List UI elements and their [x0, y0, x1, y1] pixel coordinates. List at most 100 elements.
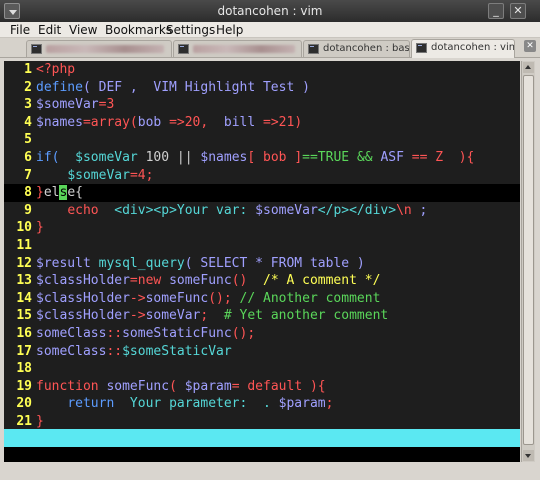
code-text[interactable]: $classHolder=new someFunc() /* A comment… [36, 272, 380, 290]
code-line[interactable]: 17 someClass::$someStaticVar [4, 343, 520, 361]
window-bottom-frame [0, 462, 540, 480]
code-text[interactable]: if( $someVar 100 || $names[ bob ]==TRUE … [36, 149, 474, 167]
code-line[interactable]: 8}else{ [4, 184, 520, 202]
code-token: =3 [98, 97, 115, 113]
scrollbar-thumb[interactable] [523, 75, 534, 445]
code-token: ( SELECT * FROM table ) [184, 255, 365, 271]
code-token: =array( [82, 114, 138, 130]
code-token: bob [137, 114, 162, 130]
code-text[interactable]: someClass::$someStaticVar [36, 343, 232, 361]
code-line[interactable]: 3 $someVar=3 [4, 96, 520, 114]
code-token: $names [200, 150, 248, 165]
code-line[interactable]: 1 <?php [4, 61, 520, 79]
code-token: someClass [36, 326, 107, 341]
code-line[interactable]: 14 $classHolder->someFunc(); // Another c… [4, 290, 520, 308]
code-line[interactable]: 13 $classHolder=new someFunc() /* A comme… [4, 272, 520, 290]
code-line[interactable]: 9 echo <div><p>Your var: $someVar</p></d… [4, 202, 520, 220]
tab-redacted-2[interactable] [173, 40, 302, 57]
menubar: File Edit View Bookmarks Settings Help [0, 22, 540, 38]
code-token: return [67, 396, 115, 412]
code-token: =>21) [255, 114, 303, 130]
code-text[interactable]: function someFunc( $param= default ){ [36, 378, 326, 396]
code-line[interactable]: 16 someClass::someStaticFunc(); [4, 325, 520, 343]
menu-edit[interactable]: Edit [38, 23, 61, 37]
code-token: bill [223, 114, 256, 130]
code-token: $param [278, 396, 326, 412]
code-token: ; [325, 396, 334, 412]
menu-help[interactable]: Help [216, 23, 243, 37]
code-line[interactable]: 18 [4, 360, 520, 378]
code-text[interactable]: return Your parameter: . $param; [36, 395, 333, 413]
code-line[interactable]: 10} [4, 219, 520, 237]
code-token: // Another comment [231, 290, 381, 306]
menu-bookmarks[interactable]: Bookmarks [105, 23, 172, 37]
code-line[interactable]: 6 if( $someVar 100 || $names[ bob ]==TRUE… [4, 149, 520, 167]
line-number: 5 [24, 132, 32, 148]
line-number: 11 [16, 238, 32, 253]
code-text[interactable]: $result mysql_query( SELECT * FROM table… [36, 255, 365, 273]
code-token: if( [36, 150, 60, 165]
code-token: ( DEF , VIM Highlight Test ) [82, 79, 310, 95]
code-text[interactable]: $classHolder->someFunc(); // Another com… [36, 290, 380, 308]
redacted-tab-label [46, 45, 164, 53]
code-token: <?php [36, 62, 76, 77]
code-token: =new [129, 273, 170, 289]
code-line[interactable]: 4 $names=array(bob =>20, bill =>21) [4, 114, 520, 132]
terminal-icon [178, 44, 189, 54]
code-text[interactable]: }else{ [36, 184, 83, 202]
code-token: $param [184, 378, 232, 394]
code-token: $someVar [36, 97, 99, 113]
code-text[interactable]: define( DEF , VIM Highlight Test ) [36, 79, 310, 97]
terminal-view[interactable]: 1 <?php 2 define( DEF , VIM Highlight Test … [4, 61, 520, 462]
scroll-down-arrow-icon[interactable] [523, 450, 534, 461]
code-token: function [36, 378, 99, 394]
close-window-button[interactable]: ✕ [510, 3, 526, 19]
code-token: someClass [36, 343, 107, 359]
code-text[interactable]: } [36, 219, 44, 237]
minimize-button[interactable]: _ [488, 3, 504, 19]
code-text[interactable]: $classHolder->someVar; # Yet another com… [36, 307, 388, 325]
code-text[interactable]: $someVar=3 [36, 96, 114, 114]
code-line[interactable]: 19 function someFunc( $param= default ){ [4, 378, 520, 396]
code-line[interactable]: 15 $classHolder->someVar; # Yet another c… [4, 307, 520, 325]
terminal-icon [308, 44, 319, 54]
code-token: $someVar [67, 167, 130, 183]
code-text[interactable]: echo <div><p>Your var: $someVar</p></div… [36, 202, 427, 220]
code-token: mysql_query [90, 255, 185, 271]
menu-file[interactable]: File [10, 23, 30, 37]
line-number: 13 [16, 273, 32, 289]
tab-label: dotancohen : vim [431, 42, 515, 53]
code-line[interactable]: 7 $someVar=4; [4, 167, 520, 185]
menu-view[interactable]: View [69, 23, 97, 37]
code-line[interactable]: 12 $result mysql_query( SELECT * FROM tab… [4, 255, 520, 273]
tab-vim[interactable]: dotancohen : vim [411, 39, 515, 58]
code-line[interactable]: 5 [4, 131, 520, 149]
line-number: 19 [16, 378, 32, 394]
code-line[interactable]: 11 [4, 237, 520, 255]
code-token: ASF [380, 150, 404, 165]
line-number: 7 [24, 167, 32, 183]
vertical-scrollbar[interactable] [521, 61, 535, 462]
code-line[interactable]: 2 define( DEF , VIM Highlight Test ) [4, 79, 520, 97]
code-text[interactable]: someClass::someStaticFunc(); [36, 325, 255, 343]
tab-redacted-1[interactable] [26, 40, 172, 57]
code-line[interactable]: 21} [4, 413, 520, 431]
code-token: =4; [129, 167, 154, 183]
code-text[interactable]: <?php [36, 61, 75, 79]
code-text[interactable]: $someVar=4; [36, 167, 153, 185]
vim-command-line[interactable] [4, 447, 520, 462]
code-text[interactable]: } [36, 413, 44, 431]
code-text[interactable]: $names=array(bob =>20, bill =>21) [36, 114, 302, 132]
menu-settings[interactable]: Settings [166, 23, 215, 37]
close-tab-button[interactable]: ✕ [524, 40, 536, 52]
tab-bash[interactable]: dotancohen : bash [303, 40, 410, 57]
line-number: 1 [24, 62, 32, 77]
line-number: 8 [24, 185, 32, 201]
code-token: \n [396, 202, 412, 218]
line-number: 10 [16, 220, 32, 236]
window-titlebar[interactable]: dotancohen : vim _ ✕ [0, 0, 540, 22]
code-line[interactable]: 20 return Your parameter: . $param; [4, 395, 520, 413]
scroll-up-arrow-icon[interactable] [523, 62, 534, 73]
